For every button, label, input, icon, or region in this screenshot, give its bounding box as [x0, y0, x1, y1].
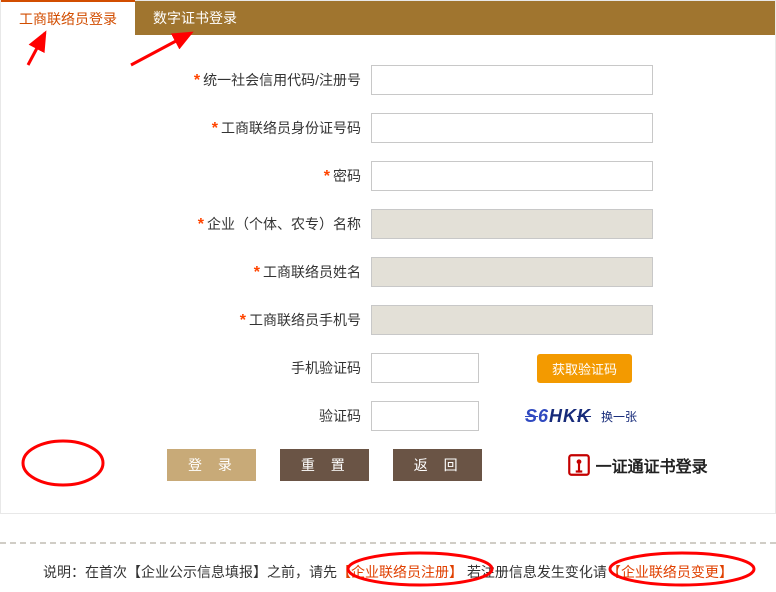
button-row: 登 录 重 置 返 回 一证通证书登录 [31, 449, 745, 481]
label-mobile: *工商联络员手机号 [31, 310, 371, 330]
input-credit-code[interactable] [371, 65, 653, 95]
label-smscode: 手机验证码 [31, 358, 371, 378]
cert-icon [566, 452, 592, 478]
input-company-name [371, 209, 653, 239]
label-captcha: 验证码 [31, 406, 371, 426]
cert-login-text: 一证通证书登录 [596, 453, 708, 477]
label-id: *工商联络员身份证号码 [31, 118, 371, 138]
label-password: *密码 [31, 166, 371, 186]
cert-login-link[interactable]: 一证通证书登录 [566, 452, 708, 478]
get-sms-code-button[interactable]: 获取验证码 [537, 354, 632, 383]
label-name: *工商联络员姓名 [31, 262, 371, 282]
tab-bar: 工商联络员登录 数字证书登录 [1, 1, 775, 35]
captcha-image: S6HKK [525, 406, 591, 427]
input-liaison-name [371, 257, 653, 287]
footer-note: 说明：在首次【企业公示信息填报】之前，请先【企业联络员注册】 若注册信息发生变化… [0, 542, 776, 592]
tab-cert-login[interactable]: 数字证书登录 [135, 1, 255, 35]
change-link[interactable]: 企业联络员变更 [621, 564, 719, 580]
reset-button[interactable]: 重 置 [280, 449, 369, 481]
annotation-circle-login [13, 435, 113, 491]
input-password[interactable] [371, 161, 653, 191]
input-id-number[interactable] [371, 113, 653, 143]
input-mobile [371, 305, 653, 335]
input-captcha[interactable] [371, 401, 479, 431]
login-button[interactable]: 登 录 [167, 449, 256, 481]
back-button[interactable]: 返 回 [393, 449, 482, 481]
captcha-refresh-link[interactable]: 换一张 [601, 408, 637, 425]
footer-text-prefix: 说明：在首次【企业公示信息填报】之前，请先 [43, 564, 337, 580]
login-panel: 工商联络员登录 数字证书登录 *统一社会信用代码/注册号 *工商联络员身份证号码… [0, 0, 776, 514]
tab-liaison-login[interactable]: 工商联络员登录 [1, 0, 135, 35]
register-link[interactable]: 企业联络员注册 [351, 564, 449, 580]
form-area: *统一社会信用代码/注册号 *工商联络员身份证号码 *密码 *企业（个体、农专）… [1, 35, 775, 513]
label-company: *企业（个体、农专）名称 [31, 214, 371, 234]
input-sms-code[interactable] [371, 353, 479, 383]
footer-text-mid: 若注册信息发生变化请 [467, 564, 607, 580]
label-credit: *统一社会信用代码/注册号 [31, 70, 371, 90]
